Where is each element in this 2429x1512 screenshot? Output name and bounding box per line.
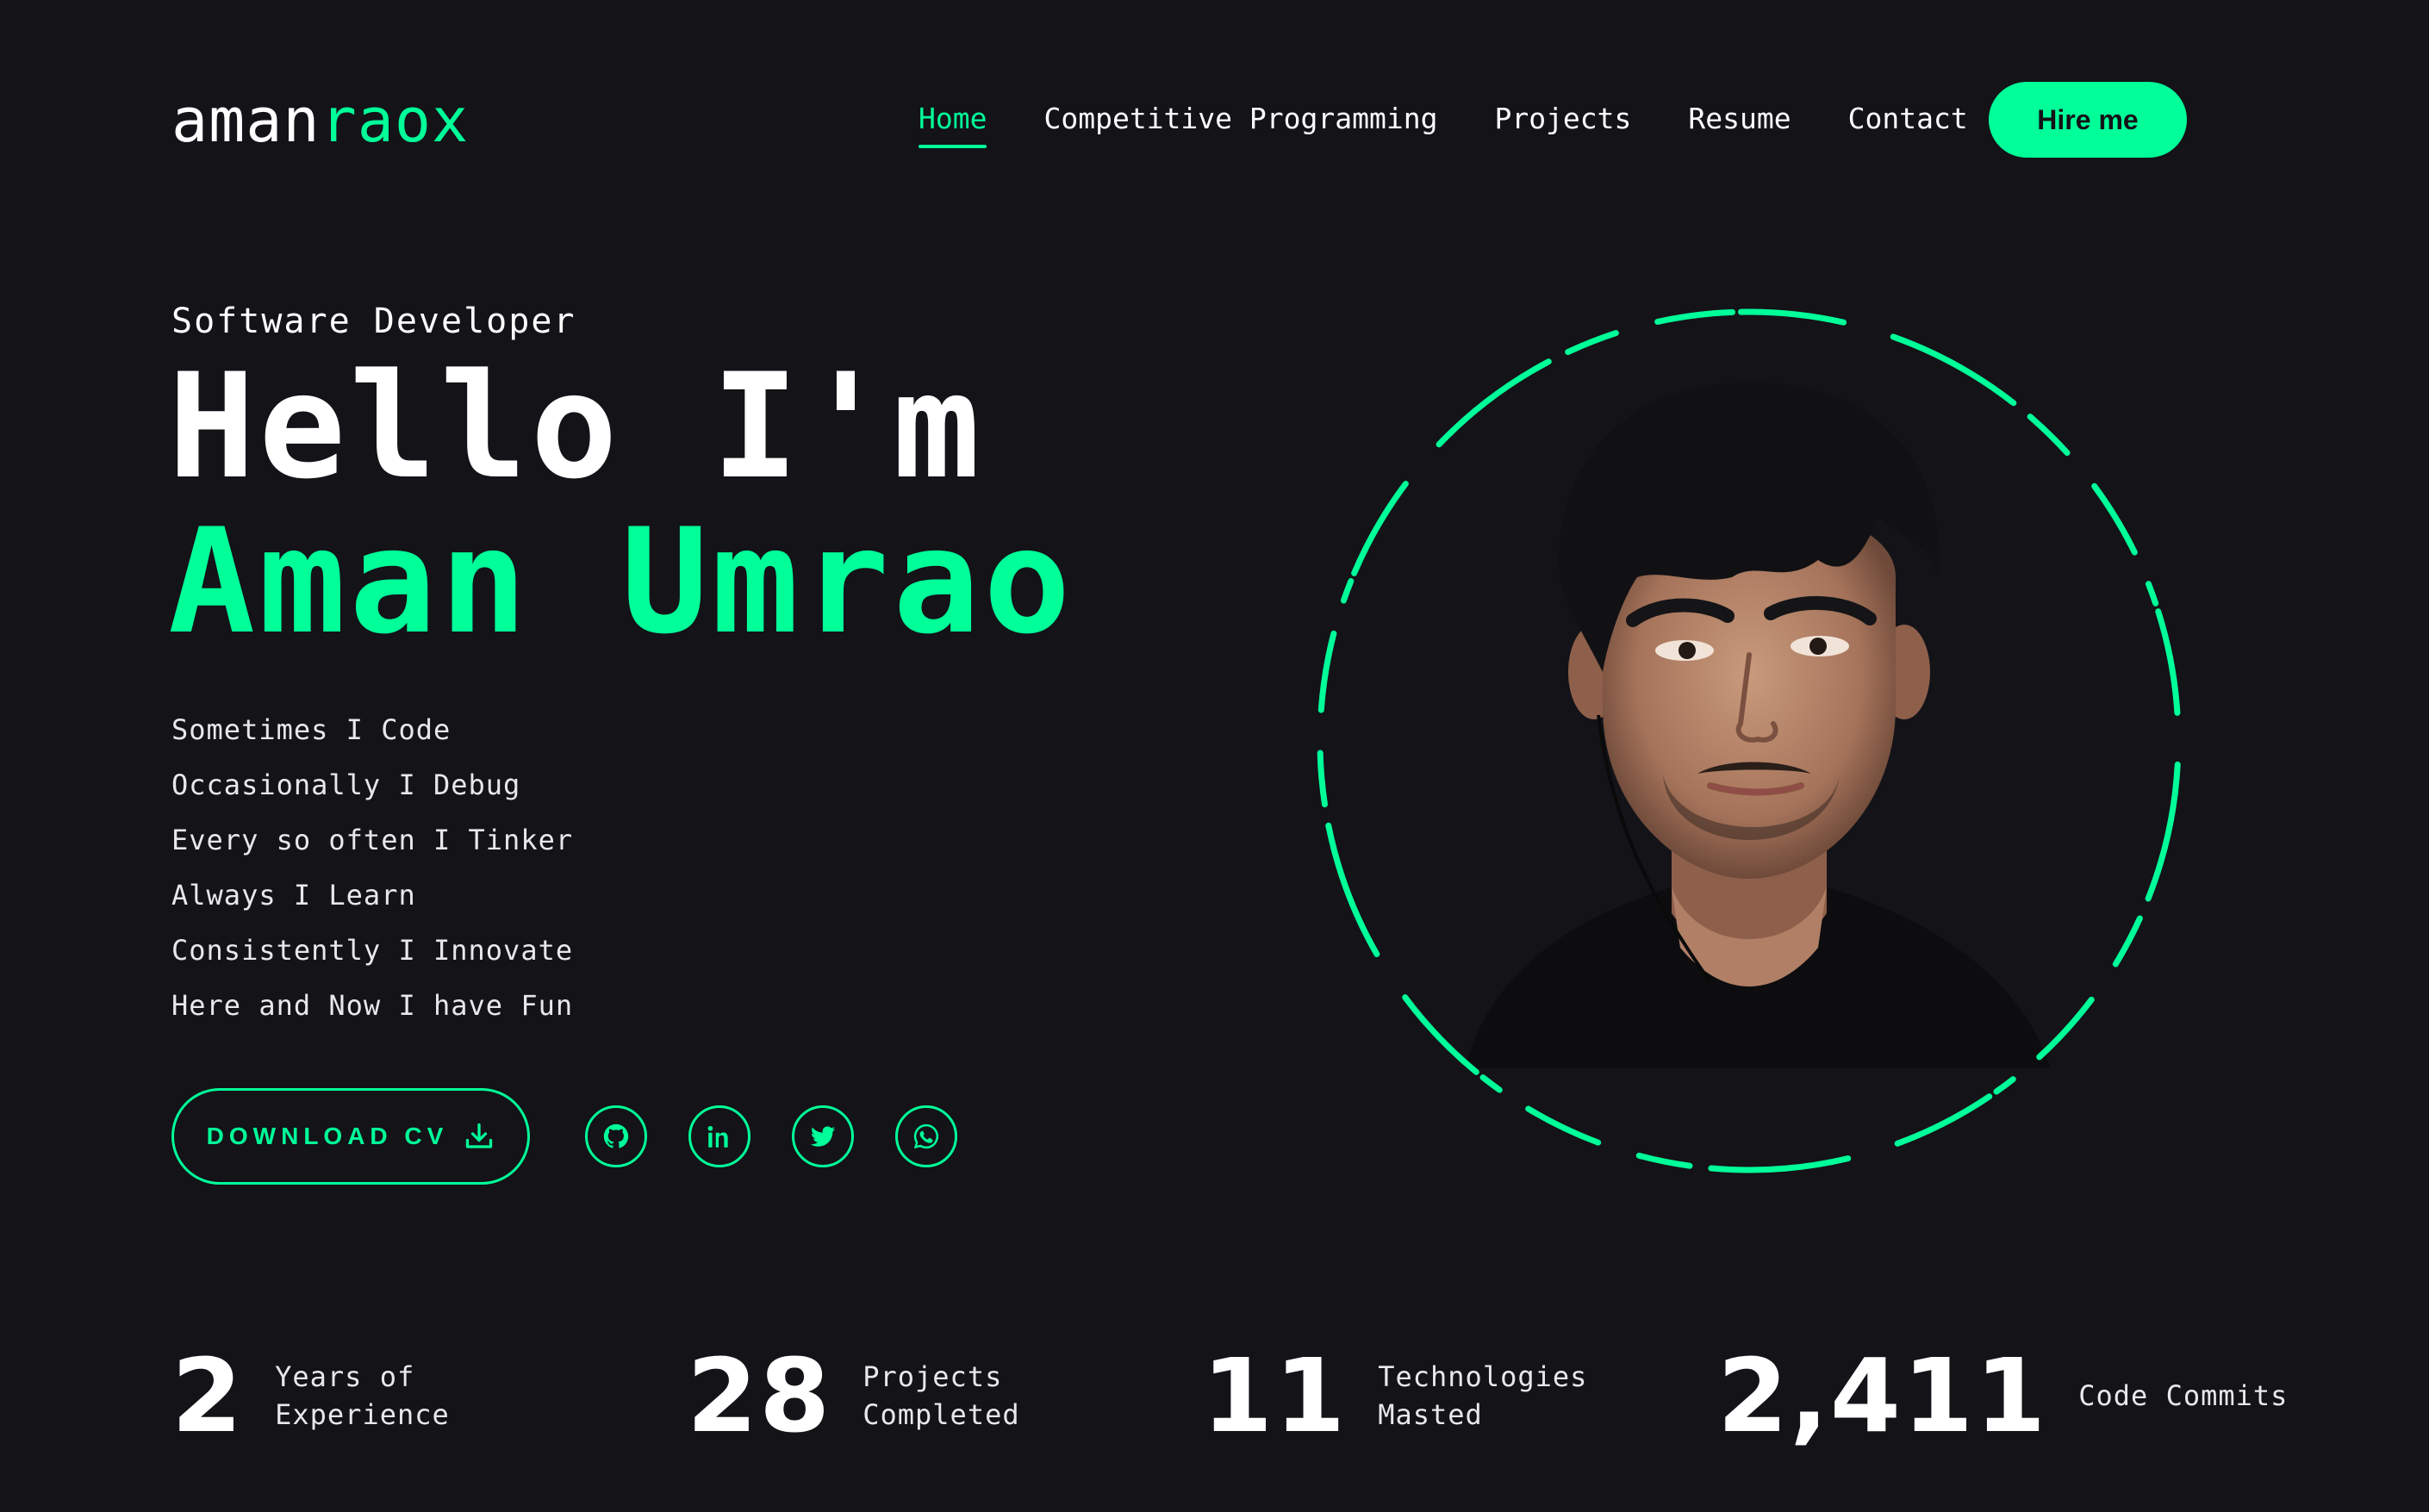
hire-me-button[interactable]: Hire me	[1989, 82, 2187, 158]
greeting-heading: Hello I'm	[168, 342, 984, 511]
decorative-dashed-ring	[1317, 308, 2182, 1173]
name-heading: Aman Umrao	[168, 497, 1074, 666]
github-link[interactable]	[585, 1105, 647, 1167]
stat-number: 2,411	[1717, 1336, 2048, 1455]
tagline-item: Every so often I Tinker	[171, 824, 574, 856]
profile-photo-area	[1310, 302, 2189, 1180]
stat-commits: 2,411 Code Commits	[1717, 1340, 2302, 1452]
stat-label: Technologies Masted	[1378, 1360, 1588, 1431]
stat-technologies: 11 Technologies Masted	[1202, 1340, 1602, 1452]
download-cv-label: DOWNLOAD CV	[206, 1123, 449, 1149]
stat-number: 11	[1202, 1336, 1348, 1455]
tagline-list: Sometimes I Code Occasionally I Debug Ev…	[171, 702, 573, 1033]
stat-projects: 28 Projects Completed	[687, 1340, 1087, 1452]
whatsapp-icon	[912, 1122, 941, 1151]
nav-projects[interactable]: Projects	[1494, 95, 1631, 143]
download-icon	[464, 1121, 495, 1152]
linkedin-icon	[705, 1122, 734, 1151]
logo-accent: raox	[320, 85, 470, 156]
nav-resume[interactable]: Resume	[1688, 95, 1791, 143]
nav-contact[interactable]: Contact	[1848, 95, 1968, 143]
logo-main: aman	[171, 85, 321, 156]
main-nav: Home Competitive Programming Projects Re…	[919, 95, 2025, 148]
site-logo[interactable]: amanraox	[171, 82, 469, 159]
linkedin-link[interactable]	[688, 1105, 750, 1167]
role-subtitle: Software Developer	[171, 302, 576, 341]
tagline-item: Sometimes I Code	[171, 713, 452, 746]
stat-label: Code Commits	[2078, 1379, 2289, 1412]
stat-experience: 2 Years of Experience	[171, 1340, 499, 1452]
tagline-item: Always I Learn	[171, 879, 416, 912]
portfolio-page: amanraox Home Competitive Programming Pr…	[0, 0, 2429, 1512]
download-cv-button[interactable]: DOWNLOAD CV	[171, 1088, 530, 1185]
stat-label: Projects Completed	[863, 1360, 1020, 1431]
tagline-item: Here and Now I have Fun	[171, 989, 574, 1022]
stat-number: 2	[171, 1336, 245, 1455]
tagline-item: Consistently I Innovate	[171, 934, 574, 967]
stat-number: 28	[687, 1336, 832, 1455]
nav-competitive-programming[interactable]: Competitive Programming	[1043, 95, 1437, 143]
whatsapp-link[interactable]	[895, 1105, 957, 1167]
stat-label: Years of Experience	[275, 1360, 450, 1431]
twitter-link[interactable]	[792, 1105, 854, 1167]
github-icon	[601, 1122, 631, 1151]
twitter-icon	[808, 1122, 838, 1151]
tagline-item: Occasionally I Debug	[171, 768, 521, 801]
nav-home[interactable]: Home	[919, 95, 987, 148]
